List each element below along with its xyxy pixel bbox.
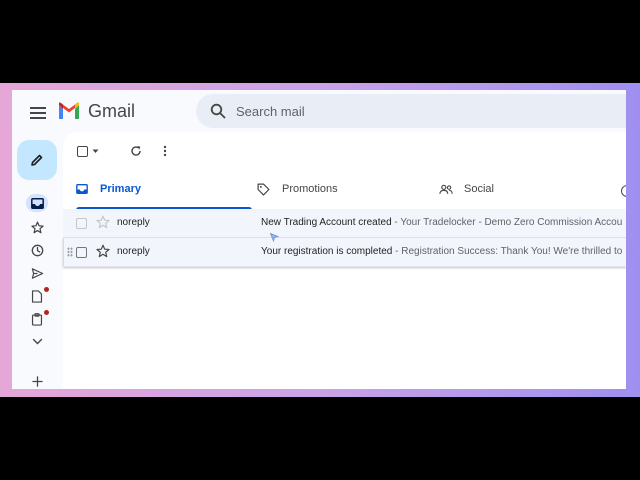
email-subject: Your registration is completed <box>261 246 393 257</box>
compose-button[interactable] <box>17 140 57 180</box>
hamburger-menu-icon[interactable] <box>30 107 46 119</box>
tab-social[interactable]: Social <box>439 172 619 210</box>
draft-icon <box>31 289 43 303</box>
clock-icon <box>31 244 43 256</box>
gmail-brand-text: Gmail <box>88 101 136 121</box>
sidebar-item-sent[interactable] <box>29 265 45 281</box>
tab-primary[interactable]: Primary <box>76 172 252 210</box>
sidebar-more-button[interactable] <box>29 334 45 350</box>
more-vertical-icon <box>163 145 167 157</box>
search-input[interactable] <box>234 94 618 130</box>
tab-promotions[interactable]: Promotions <box>257 172 433 210</box>
drafts-badge-dot <box>44 287 49 292</box>
sidebar-item-inbox[interactable] <box>29 195 45 211</box>
gmail-window: Gmail Search mail Primary Promotions Soc… <box>12 90 626 389</box>
pencil-icon <box>31 154 43 166</box>
select-checkbox-icon <box>77 145 88 157</box>
clipboard-badge-dot <box>44 310 49 315</box>
email-subject: New Trading Account created <box>261 217 392 228</box>
select-all-checkbox[interactable] <box>77 143 88 159</box>
search-icon[interactable] <box>210 103 226 119</box>
star-icon <box>30 221 44 233</box>
send-icon <box>31 267 43 279</box>
sidebar-item-clipboard[interactable] <box>29 311 45 327</box>
star-icon[interactable] <box>96 215 110 229</box>
mouse-cursor-icon <box>270 233 279 242</box>
refresh-icon <box>131 146 141 156</box>
email-snippet: - Your Tradelocker - Demo Zero Commissio… <box>391 217 623 228</box>
email-row[interactable]: noreply Your registration is completed -… <box>63 238 626 267</box>
star-icon[interactable] <box>96 244 110 258</box>
sidebar-new-label-button[interactable] <box>29 373 45 389</box>
select-options-dropdown[interactable] <box>92 143 99 159</box>
row-checkbox[interactable] <box>76 218 87 229</box>
drag-handle-icon[interactable] <box>67 247 73 257</box>
email-row[interactable]: noreply New Trading Account created - Yo… <box>63 209 626 238</box>
row-checkbox[interactable] <box>76 247 87 258</box>
inbox-icon <box>30 197 44 209</box>
tab-social-label: Social <box>464 183 494 195</box>
email-preview: Your registration is completed - Registr… <box>261 246 622 257</box>
tag-icon <box>257 183 270 196</box>
search-bar[interactable] <box>196 94 626 130</box>
email-snippet: - Registration Success: Thank You! We're… <box>392 246 623 257</box>
clipboard-icon <box>31 312 43 326</box>
plus-icon <box>31 375 43 387</box>
chevron-down-icon <box>32 338 42 345</box>
tab-updates-icon[interactable] <box>621 185 626 197</box>
sidebar-item-snoozed[interactable] <box>29 242 45 258</box>
email-sender: noreply <box>117 246 150 257</box>
email-preview: New Trading Account created - Your Trade… <box>261 217 622 228</box>
email-sender: noreply <box>117 217 150 228</box>
tab-promotions-label: Promotions <box>282 183 338 195</box>
sidebar-item-starred[interactable] <box>29 219 45 235</box>
main-mail-panel: Primary Promotions Social noreply New Tr… <box>63 132 626 389</box>
tab-primary-label: Primary <box>100 183 141 195</box>
caret-down-icon <box>92 149 99 153</box>
sidebar-item-drafts[interactable] <box>29 288 45 304</box>
inbox-icon <box>76 184 88 194</box>
refresh-button[interactable] <box>130 143 142 159</box>
more-options-button[interactable] <box>163 143 167 159</box>
people-icon <box>439 184 453 194</box>
gmail-m-logo-icon[interactable] <box>58 102 80 120</box>
